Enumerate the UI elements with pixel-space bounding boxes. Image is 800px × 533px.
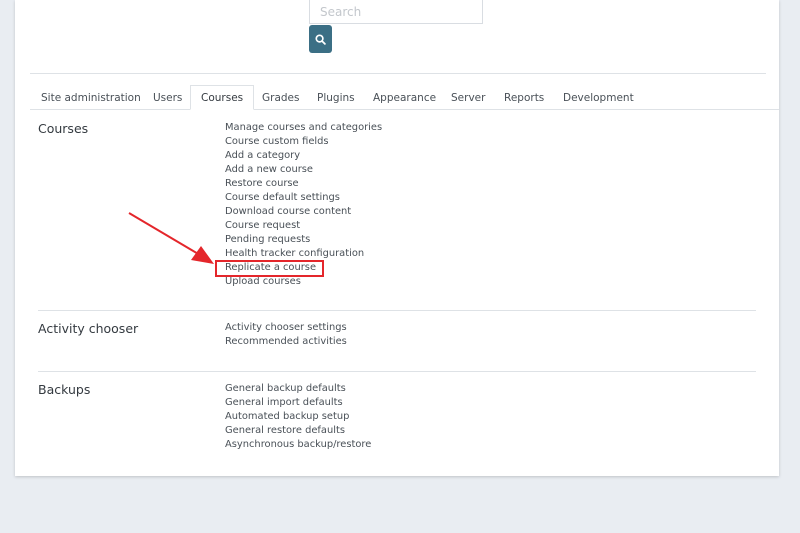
annotation-arrow (128, 212, 214, 264)
